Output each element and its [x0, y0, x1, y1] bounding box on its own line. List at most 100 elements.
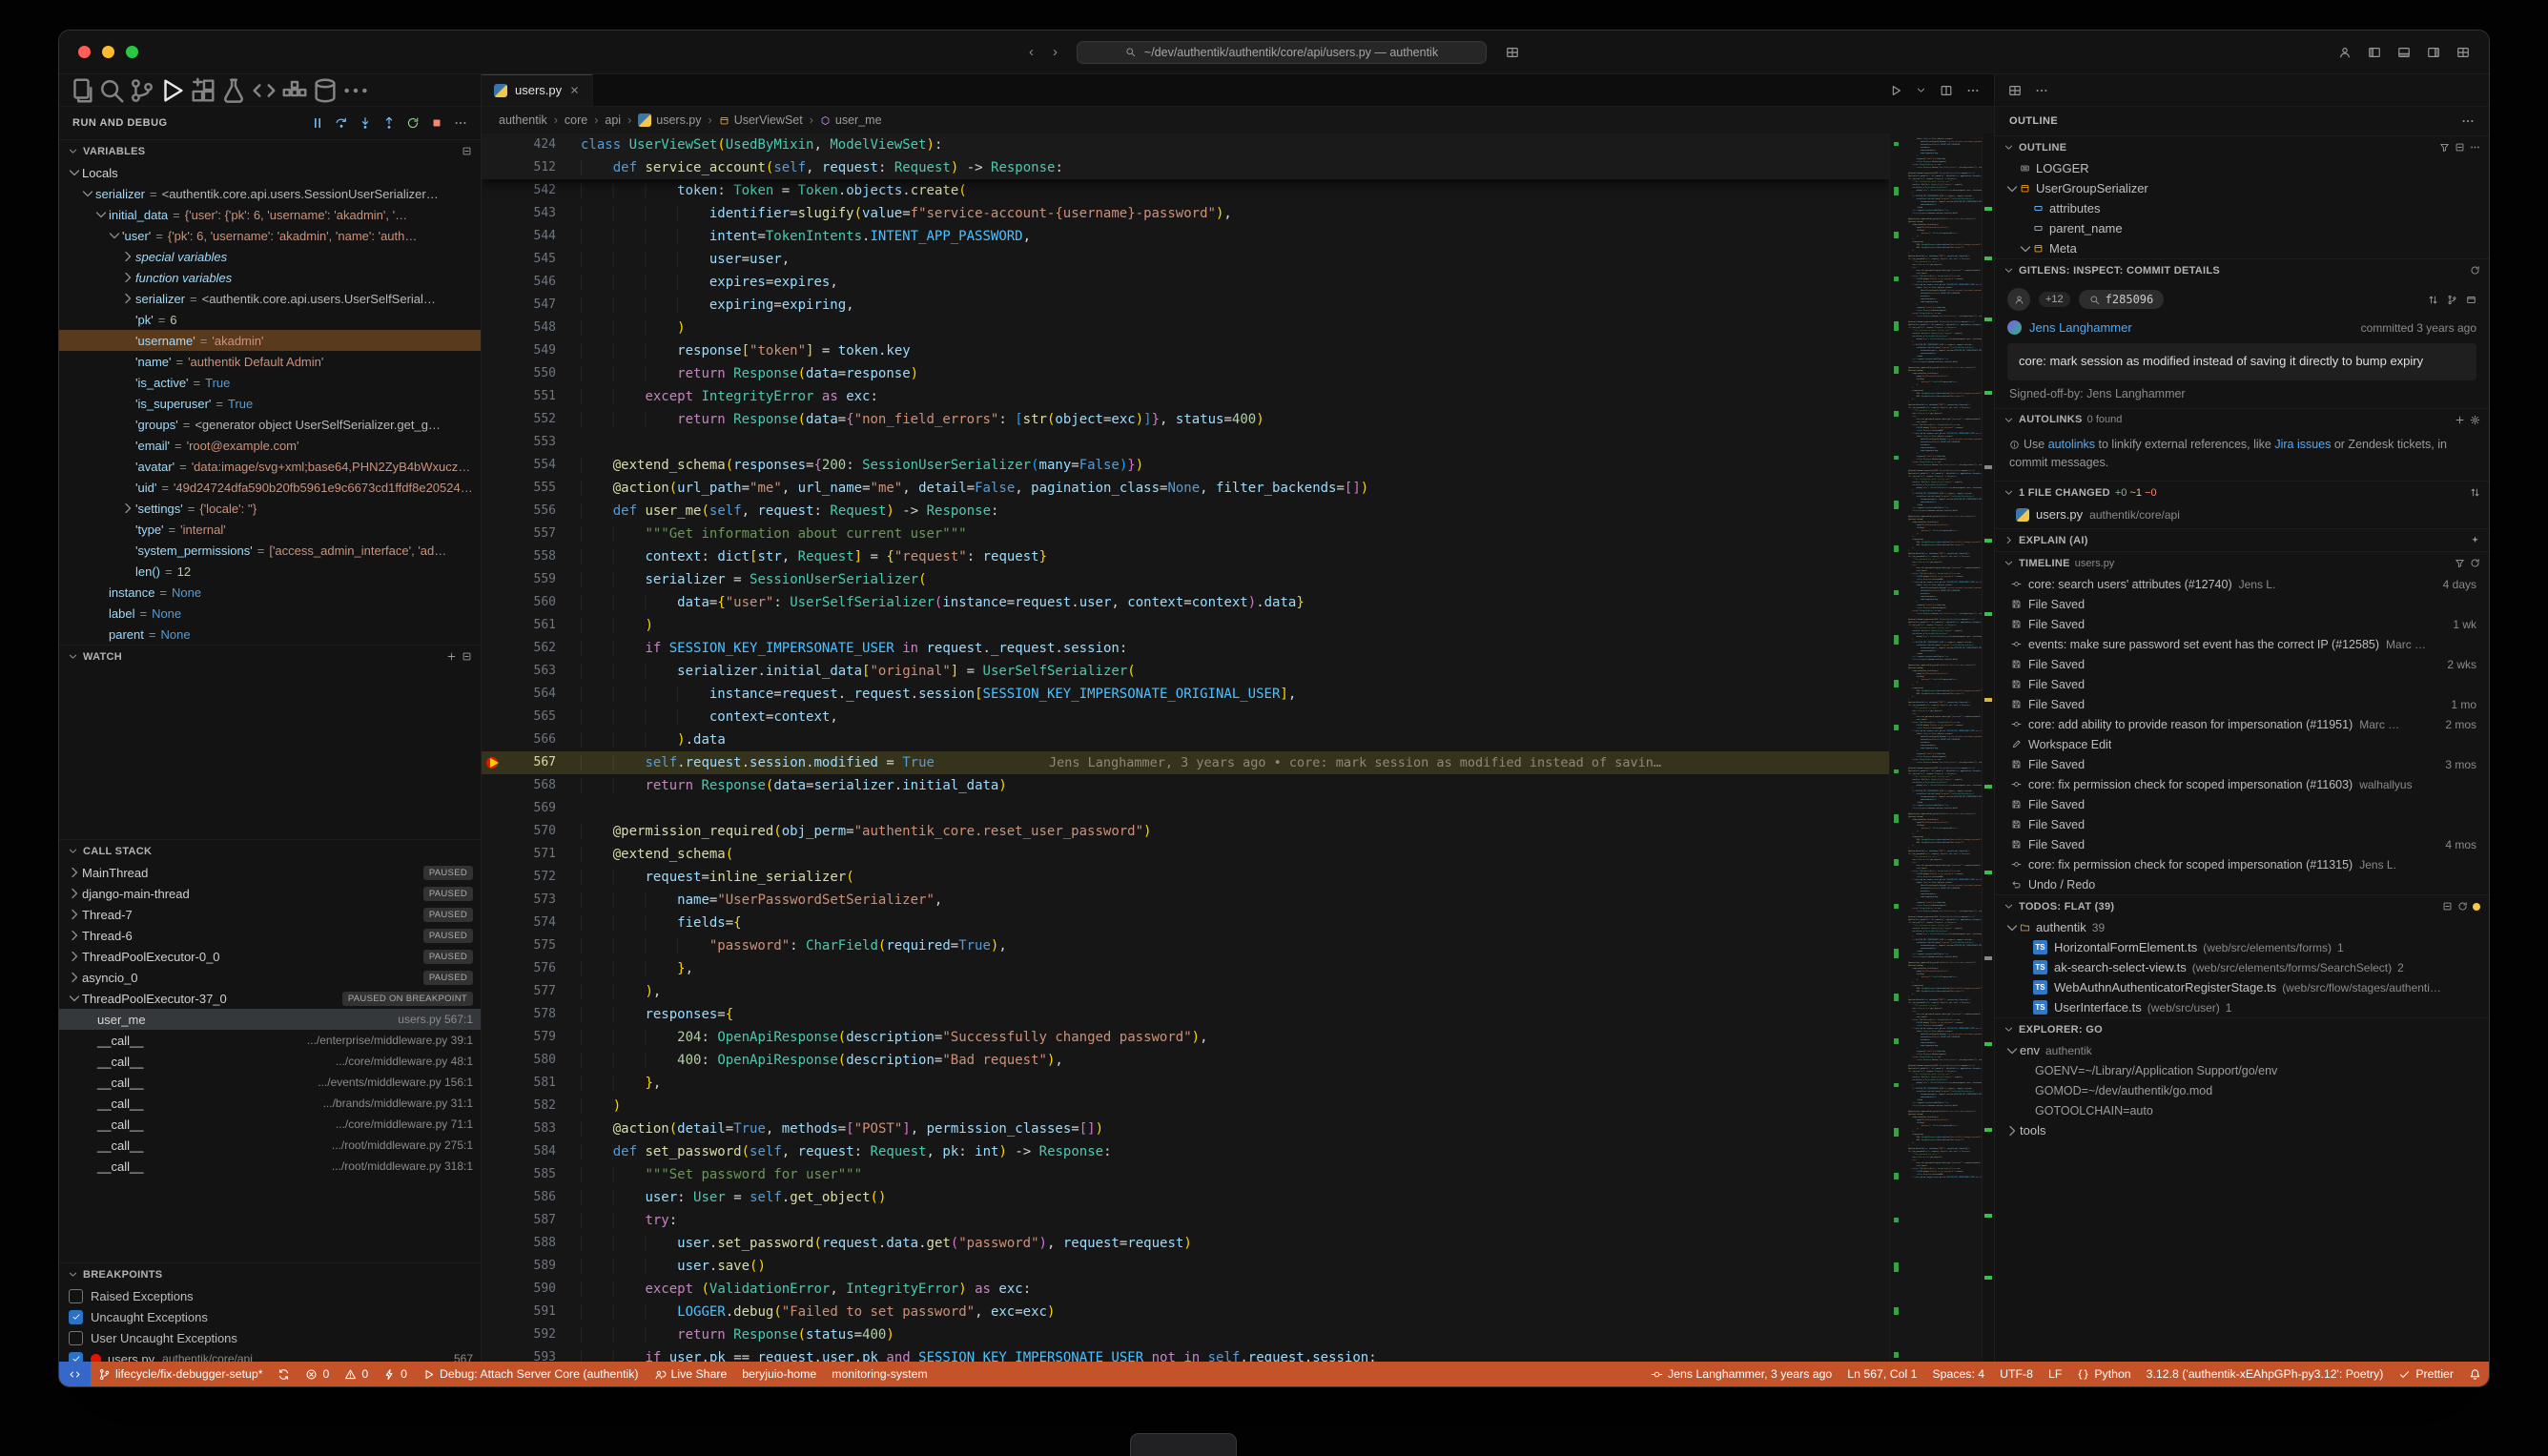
gutter-breakpoint-margin[interactable] [482, 317, 506, 339]
variable-row[interactable]: label=None [59, 603, 481, 624]
gutter-breakpoint-margin[interactable] [482, 1095, 506, 1118]
debug-pause-icon[interactable] [311, 116, 324, 130]
timeline-item[interactable]: core: fix permission check for scoped im… [1995, 774, 2489, 794]
code-line[interactable]: 567 self.request.session.modified = True… [482, 751, 1889, 774]
activity-containers[interactable] [280, 76, 309, 105]
call-stack-section-header[interactable]: CALL STACK [59, 839, 481, 862]
gutter-breakpoint-margin[interactable] [482, 614, 506, 637]
status-item-live-share[interactable]: Live Share [647, 1362, 735, 1386]
refresh-icon[interactable] [2470, 558, 2480, 568]
outline-item[interactable]: UserGroupSerializer [1995, 178, 2489, 198]
status-item-jens-langhammer-3-years-ago[interactable]: Jens Langhammer, 3 years ago [1643, 1362, 1839, 1386]
code-line[interactable]: 556 def user_me(self, request: Request) … [482, 500, 1889, 523]
pane-more-icon[interactable] [2461, 114, 2475, 128]
gutter-breakpoint-margin[interactable] [482, 934, 506, 957]
toggle-secondary-sidebar-icon[interactable] [2427, 46, 2440, 59]
collapse-all-icon[interactable] [462, 146, 472, 156]
breadcrumb-item[interactable]: users.py [638, 113, 701, 127]
breakpoints-section-header[interactable]: BREAKPOINTS [59, 1262, 481, 1285]
timeline-item[interactable]: Workspace Edit [1995, 734, 2489, 754]
code-line[interactable]: 592 return Response(status=400) [482, 1323, 1889, 1346]
gutter-breakpoint-margin[interactable] [482, 683, 506, 706]
status-item-beryjuio-home[interactable]: beryjuio-home [734, 1362, 824, 1386]
show-in-graph-icon[interactable] [2447, 295, 2457, 305]
code-line[interactable]: 591 LOGGER.debug("Failed to set password… [482, 1301, 1889, 1323]
code-line[interactable]: 545 user=user, [482, 248, 1889, 271]
variable-row[interactable]: 'avatar'='data:image/svg+xml;base64,PHN2… [59, 456, 481, 477]
code-line[interactable]: 548 ) [482, 317, 1889, 339]
activity-run-and-debug[interactable] [158, 76, 187, 105]
gutter-breakpoint-margin[interactable] [482, 889, 506, 912]
gutter-breakpoint-margin[interactable] [482, 957, 506, 980]
run-python-file-icon[interactable] [1889, 84, 1902, 97]
code-line[interactable]: 578 responses={ [482, 1003, 1889, 1026]
gutter-breakpoint-margin[interactable] [482, 728, 506, 751]
stack-frame-row[interactable]: __call__ .../root/middleware.py 275:1 [59, 1135, 481, 1156]
code-line[interactable]: 424class UserViewSet(UsedByMixin, ModelV… [482, 133, 1889, 156]
timeline-section-header[interactable]: TIMELINE users.py [1995, 551, 2489, 574]
close-window-button[interactable] [78, 46, 91, 58]
gutter-breakpoint-margin[interactable] [482, 1118, 506, 1140]
timeline-item[interactable]: File Saved [1995, 814, 2489, 834]
code-line[interactable]: 584 def set_password(self, request: Requ… [482, 1140, 1889, 1163]
account-icon[interactable] [2338, 46, 2352, 59]
status-item-monitoring-system[interactable]: monitoring-system [824, 1362, 935, 1386]
variable-row[interactable]: 'is_superuser'=True [59, 393, 481, 414]
timeline-item[interactable]: core: search users' attributes (#12740) … [1995, 574, 2489, 594]
changed-file-row[interactable]: users.py authentik/core/api [1995, 503, 2489, 528]
go-tools-row[interactable]: tools [1995, 1120, 2489, 1140]
gutter-breakpoint-margin[interactable] [482, 568, 506, 591]
split-editor-icon[interactable] [1940, 84, 1953, 97]
status-item-prettier[interactable]: Prettier [2391, 1362, 2461, 1386]
code-line[interactable]: 551 except IntegrityError as exc: [482, 385, 1889, 408]
activity-extensions[interactable] [189, 76, 217, 105]
variable-row[interactable]: Locals [59, 162, 481, 183]
status-item-remote[interactable] [59, 1362, 91, 1386]
gutter-breakpoint-margin[interactable] [482, 1301, 506, 1323]
stack-frame-row[interactable]: user_me users.py 567:1 [59, 1009, 481, 1030]
activity-source-control[interactable] [128, 76, 156, 105]
breakpoint-row[interactable]: users.py authentik/core/api 567 [59, 1348, 481, 1362]
timeline-item[interactable]: File Saved 4 mos [1995, 834, 2489, 854]
code-line[interactable]: 593 if user.pk == request.user.pk and SE… [482, 1346, 1889, 1362]
go-explorer-section-header[interactable]: EXPLORER: GO [1995, 1017, 2489, 1040]
gutter-breakpoint-margin[interactable] [482, 1255, 506, 1278]
debug-more-icon[interactable] [454, 116, 467, 130]
gutter-breakpoint-margin[interactable] [482, 1209, 506, 1232]
code-area[interactable]: 424class UserViewSet(UsedByMixin, ModelV… [482, 133, 1994, 1362]
variable-row[interactable]: 'username'='akadmin' [59, 330, 481, 351]
gutter-breakpoint-margin[interactable] [482, 1278, 506, 1301]
code-line[interactable]: 570 @permission_required(obj_perm="authe… [482, 820, 1889, 843]
gutter-breakpoint-margin[interactable] [482, 1140, 506, 1163]
variable-row[interactable]: 'groups'=<generator object UserSelfSeria… [59, 414, 481, 435]
debug-step-out-icon[interactable] [382, 116, 396, 130]
refresh-icon[interactable] [2470, 265, 2480, 276]
timeline-item[interactable]: events: make sure password set event has… [1995, 634, 2489, 654]
code-line[interactable]: 583 @action(detail=True, methods=["POST"… [482, 1118, 1889, 1140]
gutter-breakpoint-margin[interactable] [482, 271, 506, 294]
gutter-breakpoint-margin[interactable] [482, 660, 506, 683]
code-line[interactable]: 582 ) [482, 1095, 1889, 1118]
status-item-0[interactable]: 0 [337, 1362, 376, 1386]
variable-row[interactable]: 'settings'={'locale': ''} [59, 498, 481, 519]
gutter-breakpoint-margin[interactable] [482, 1163, 506, 1186]
gutter-breakpoint-margin[interactable] [482, 980, 506, 1003]
gutter-breakpoint-margin[interactable] [482, 339, 506, 362]
variable-row[interactable]: instance=None [59, 582, 481, 603]
command-center[interactable]: ~/dev/authentik/authentik/core/api/users… [1077, 41, 1487, 64]
stack-frame-row[interactable]: __call__ .../enterprise/middleware.py 39… [59, 1030, 481, 1051]
gutter-breakpoint-margin[interactable] [482, 843, 506, 866]
timeline-item[interactable]: File Saved 2 wks [1995, 654, 2489, 674]
todos-section-header[interactable]: TODOS: FLAT (39) [1995, 894, 2489, 917]
stack-frame-row[interactable]: __call__ .../core/middleware.py 71:1 [59, 1114, 481, 1135]
filter-icon[interactable] [2455, 558, 2465, 568]
zoom-window-button[interactable] [126, 46, 138, 58]
code-line[interactable]: 555 @action(url_path="me", url_name="me"… [482, 477, 1889, 500]
stack-frame-row[interactable]: __call__ .../root/middleware.py 318:1 [59, 1156, 481, 1177]
checkbox[interactable] [69, 1310, 83, 1324]
code-line[interactable]: 553 [482, 431, 1889, 454]
code-line[interactable]: 560 data={"user": UserSelfSerializer(ins… [482, 591, 1889, 614]
manage-layout-icon[interactable] [1506, 46, 1519, 59]
toggle-panel-icon[interactable] [2397, 46, 2411, 59]
debug-step-into-icon[interactable] [359, 116, 372, 130]
